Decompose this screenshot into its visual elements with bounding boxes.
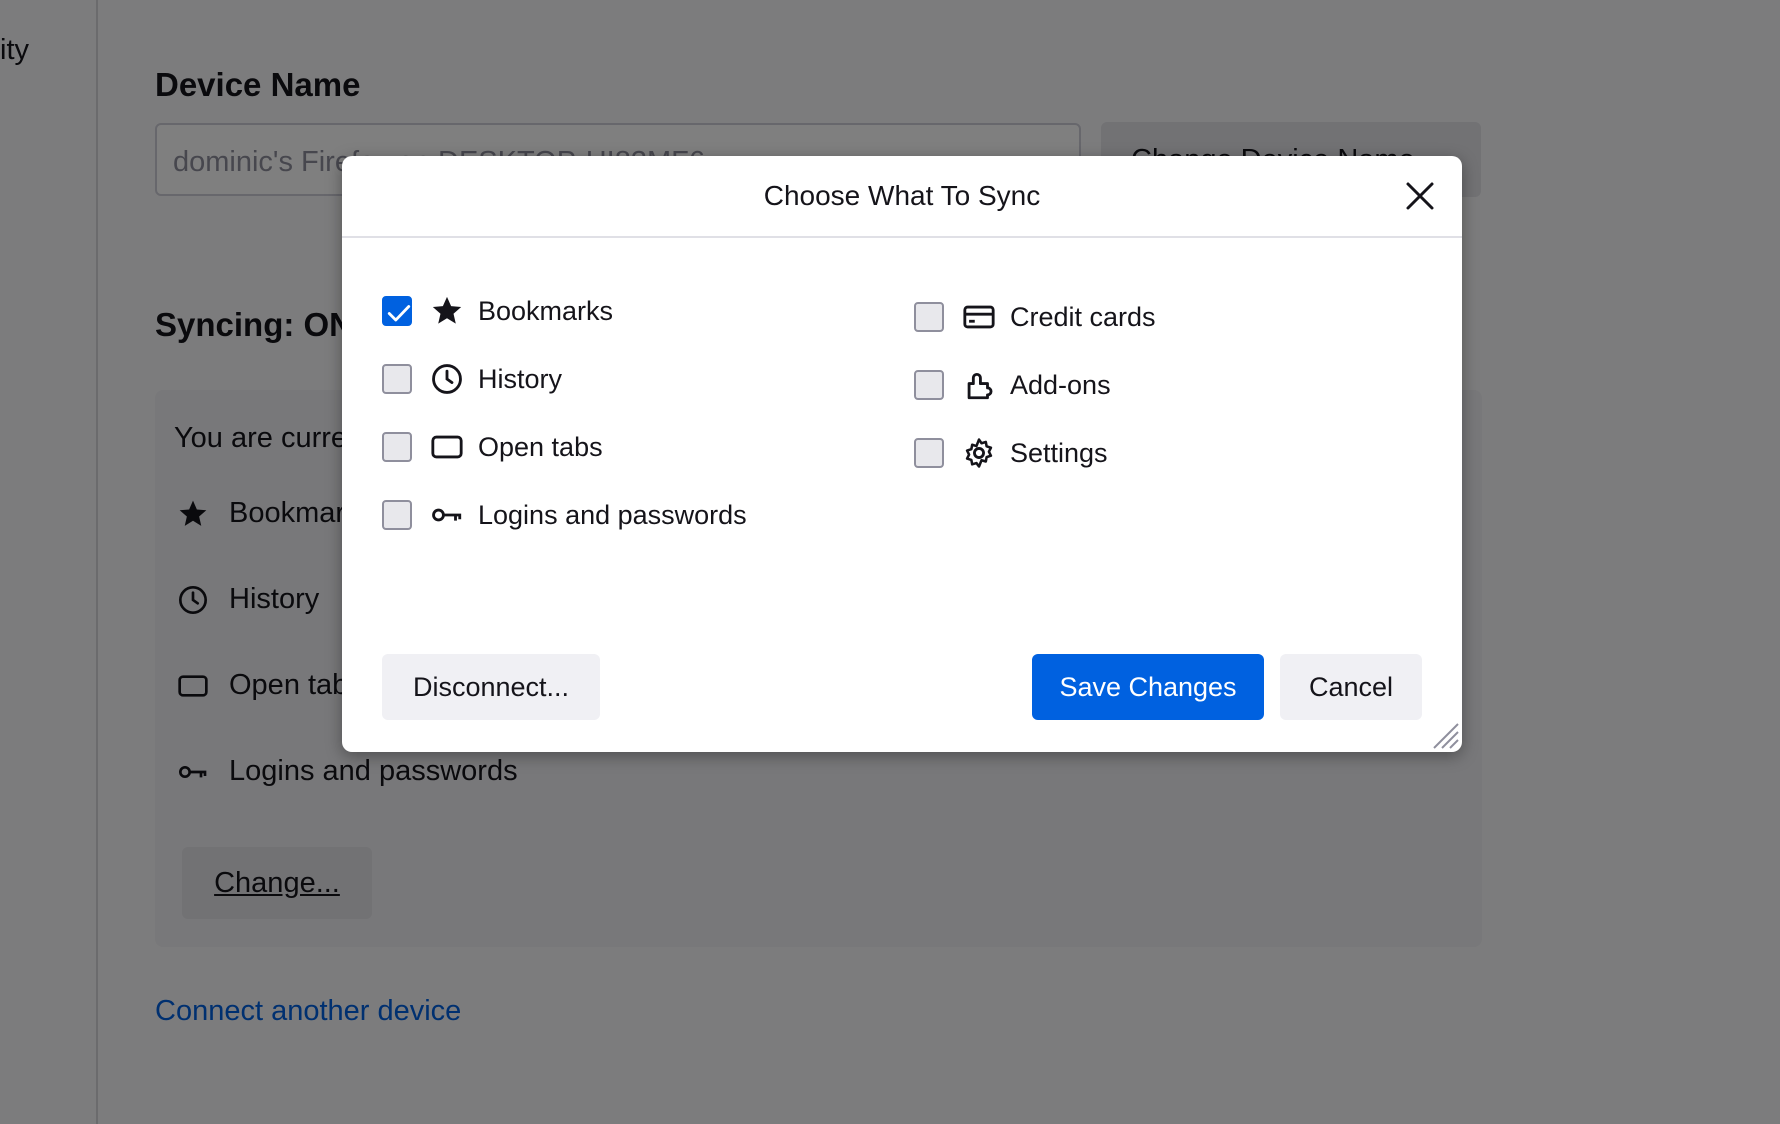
settings-checkbox[interactable] bbox=[914, 438, 944, 468]
key-icon bbox=[432, 508, 462, 522]
checkmark-icon bbox=[387, 305, 411, 322]
tab-icon bbox=[431, 435, 463, 459]
gear-icon bbox=[965, 438, 993, 468]
credit-cards-checkbox[interactable] bbox=[914, 302, 944, 332]
option-label[interactable]: Open tabs bbox=[478, 432, 603, 463]
dialog-title: Choose What To Sync bbox=[763, 180, 1041, 211]
star-icon bbox=[432, 296, 462, 324]
option-label[interactable]: Credit cards bbox=[1010, 302, 1156, 333]
open-tabs-checkbox[interactable] bbox=[382, 432, 412, 462]
close-icon[interactable] bbox=[1402, 178, 1438, 214]
dialog-header: Choose What To Sync bbox=[342, 156, 1462, 238]
option-label[interactable]: Logins and passwords bbox=[478, 500, 747, 531]
bookmarks-checkbox[interactable] bbox=[382, 296, 412, 326]
resize-grip-icon[interactable] bbox=[1428, 718, 1460, 750]
option-label[interactable]: Bookmarks bbox=[478, 296, 613, 327]
option-credit-cards[interactable]: Credit cards bbox=[914, 300, 1156, 334]
disconnect-button[interactable]: Disconnect... bbox=[382, 654, 600, 720]
option-label[interactable]: Add-ons bbox=[1010, 370, 1111, 401]
save-changes-button[interactable]: Save Changes bbox=[1032, 654, 1264, 720]
puzzle-icon bbox=[967, 372, 993, 400]
option-settings[interactable]: Settings bbox=[914, 436, 1108, 470]
cancel-button[interactable]: Cancel bbox=[1280, 654, 1422, 720]
option-label[interactable]: Settings bbox=[1010, 438, 1108, 469]
history-checkbox[interactable] bbox=[382, 364, 412, 394]
option-history[interactable]: History bbox=[382, 362, 562, 396]
clock-icon bbox=[432, 364, 462, 394]
credit-card-icon bbox=[963, 305, 995, 329]
add-ons-checkbox[interactable] bbox=[914, 370, 944, 400]
option-add-ons[interactable]: Add-ons bbox=[914, 368, 1111, 402]
option-label[interactable]: History bbox=[478, 364, 562, 395]
choose-what-to-sync-dialog: Choose What To Sync Bookmarks History Op… bbox=[342, 156, 1462, 752]
logins-checkbox[interactable] bbox=[382, 500, 412, 530]
option-logins[interactable]: Logins and passwords bbox=[382, 498, 747, 532]
option-open-tabs[interactable]: Open tabs bbox=[382, 430, 603, 464]
option-bookmarks[interactable]: Bookmarks bbox=[382, 294, 613, 328]
